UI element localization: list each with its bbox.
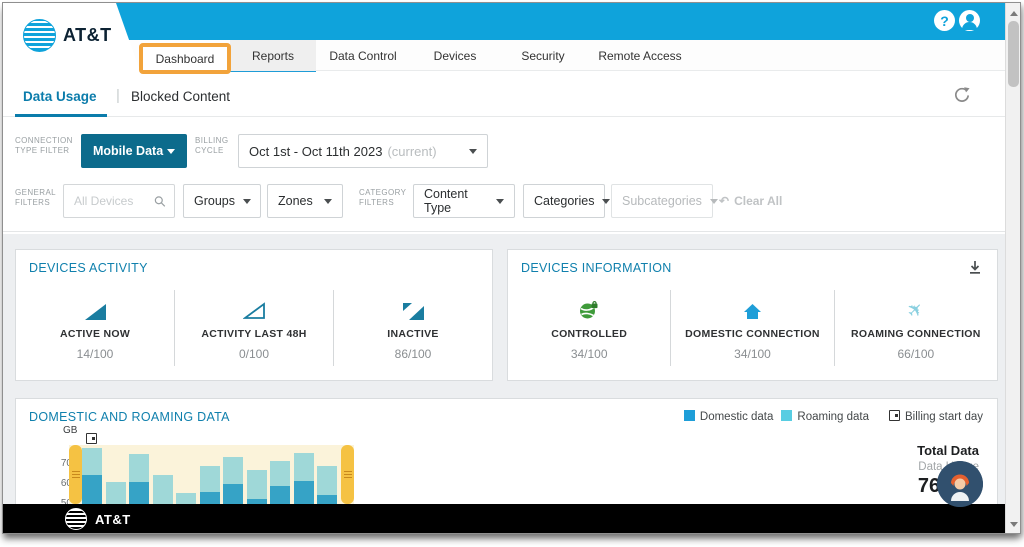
scrollbar-thumb[interactable] — [1008, 21, 1019, 87]
scroll-up-button[interactable] — [1006, 5, 1020, 21]
chevron-down-icon — [469, 148, 477, 154]
nav-tab-remote-access[interactable]: Remote Access — [584, 40, 695, 71]
active-subtab-underline — [15, 114, 107, 117]
footer-brand: AT&T — [95, 512, 131, 527]
legend-roaming: Roaming data — [781, 410, 869, 423]
general-filters-label: GENERAL FILTERS — [15, 188, 57, 207]
chevron-down-icon — [496, 198, 504, 204]
undo-icon: ↶ — [719, 194, 730, 208]
globe-lock-icon — [579, 298, 599, 320]
person-silhouette-icon — [959, 10, 980, 31]
connection-type-filter-label: CONNECTION TYPE FILTER — [15, 136, 73, 155]
content-type-dropdown[interactable]: Content Type — [413, 184, 515, 218]
clear-all-button[interactable]: ↶ Clear All — [719, 194, 782, 208]
att-globe-icon-footer — [65, 508, 87, 530]
signal-outline-icon — [242, 298, 266, 320]
browser-app-window: ? AT&T Dashboard Reports Data Control De… — [2, 2, 1021, 534]
subtab-separator: | — [116, 87, 120, 104]
brand-name: AT&T — [63, 25, 112, 45]
airplane-icon: ✈ — [902, 297, 929, 324]
help-icon[interactable]: ? — [934, 10, 955, 31]
help-glyph: ? — [940, 12, 949, 29]
zones-dropdown[interactable]: Zones — [267, 184, 343, 218]
signal-active-icon — [84, 298, 106, 320]
devices-information-card: DEVICES INFORMATION CONTROLLED 34/100 DO… — [507, 249, 998, 381]
refresh-icon[interactable] — [953, 86, 971, 109]
groups-dropdown[interactable]: Groups — [183, 184, 261, 218]
signal-inactive-icon — [402, 298, 425, 320]
nav-tab-security[interactable]: Security — [507, 40, 578, 71]
range-handle-left[interactable] — [69, 445, 82, 504]
connection-type-dropdown[interactable]: Mobile Data — [81, 134, 187, 168]
screenshot-stage: ? AT&T Dashboard Reports Data Control De… — [0, 0, 1024, 547]
calendar-icon — [889, 410, 901, 421]
nav-tab-label: Data Control — [329, 48, 397, 63]
stat-domestic-connection: DOMESTIC CONNECTION 34/100 — [670, 290, 833, 366]
chart-legend: Domestic data Roaming data Billing start… — [683, 410, 983, 423]
chevron-down-icon — [324, 198, 332, 204]
nav-tab-label: Dashboard — [155, 51, 215, 66]
nav-tab-label: Remote Access — [598, 48, 682, 63]
nav-tab-devices[interactable]: Devices — [420, 40, 491, 71]
nav-tab-label: Devices — [433, 48, 477, 63]
chat-assistant-button[interactable] — [937, 461, 983, 507]
device-search-box — [63, 184, 175, 218]
card-title: DEVICES ACTIVITY — [29, 261, 148, 275]
nav-tab-reports[interactable]: Reports — [230, 40, 316, 80]
section-divider — [3, 231, 1006, 232]
legend-domestic: Domestic data — [683, 410, 773, 423]
arrow-down-icon — [1009, 521, 1018, 527]
arrow-up-icon — [1009, 10, 1018, 16]
devices-activity-card: DEVICES ACTIVITY ACTIVE NOW 14/100 ACTIV… — [15, 249, 493, 381]
stat-inactive: INACTIVE 86/100 — [333, 290, 492, 366]
chevron-down-icon — [709, 198, 718, 204]
categories-dropdown[interactable]: Categories — [523, 184, 611, 218]
app-footer: AT&T — [3, 504, 1006, 533]
stat-active-now: ACTIVE NOW 14/100 — [16, 290, 174, 366]
chevron-down-icon — [243, 198, 251, 204]
billing-cycle-label: BILLING CYCLE — [195, 136, 229, 155]
profile-icon[interactable] — [959, 10, 980, 31]
billing-start-marker-icon — [86, 430, 97, 448]
stat-controlled: CONTROLLED 34/100 — [508, 290, 670, 366]
assistant-avatar-icon — [937, 461, 983, 507]
category-filters-label: CATEGORY FILTERS — [359, 188, 407, 207]
tab-data-usage[interactable]: Data Usage — [23, 89, 97, 104]
stat-activity-48h: ACTIVITY LAST 48H 0/100 — [174, 290, 333, 366]
legend-swatch-domestic — [683, 410, 695, 421]
y-axis-unit: GB — [63, 425, 78, 436]
nav-tab-label: Security — [521, 48, 565, 63]
tab-blocked-content[interactable]: Blocked Content — [131, 89, 230, 104]
content-area: Data Usage | Blocked Content CONNECTION … — [3, 72, 1006, 524]
range-handle-right[interactable] — [341, 445, 354, 504]
nav-tab-data-control[interactable]: Data Control — [315, 40, 410, 71]
billing-cycle-hint: (current) — [387, 143, 437, 159]
vertical-scrollbar[interactable] — [1005, 3, 1020, 533]
device-search-input[interactable] — [74, 194, 154, 208]
total-data-label: Total Data — [917, 443, 979, 458]
report-subtabs: Data Usage | Blocked Content — [3, 72, 1006, 118]
legend-billing-start: Billing start day — [889, 410, 983, 423]
main-nav: Dashboard Reports Data Control Devices S… — [3, 40, 1006, 80]
stat-roaming-connection: ✈ ROAMING CONNECTION 66/100 — [833, 290, 997, 366]
card-title: DEVICES INFORMATION — [521, 261, 672, 275]
subtab-divider — [3, 116, 1006, 117]
nav-tab-dashboard[interactable]: Dashboard — [139, 43, 231, 74]
house-icon — [743, 298, 762, 320]
legend-swatch-roaming — [781, 410, 793, 421]
billing-cycle-dropdown[interactable]: Oct 1st - Oct 11th 2023 (current) — [238, 134, 488, 168]
chevron-down-icon — [167, 148, 175, 154]
download-icon[interactable] — [967, 259, 983, 280]
search-icon[interactable] — [154, 194, 166, 209]
scroll-down-button[interactable] — [1006, 516, 1020, 532]
att-globe-icon — [23, 19, 56, 52]
chevron-down-icon — [602, 198, 611, 204]
subcategories-dropdown[interactable]: Subcategories — [611, 184, 718, 218]
nav-tab-label: Reports — [251, 48, 295, 63]
app-header-bar: ? — [3, 3, 1006, 40]
